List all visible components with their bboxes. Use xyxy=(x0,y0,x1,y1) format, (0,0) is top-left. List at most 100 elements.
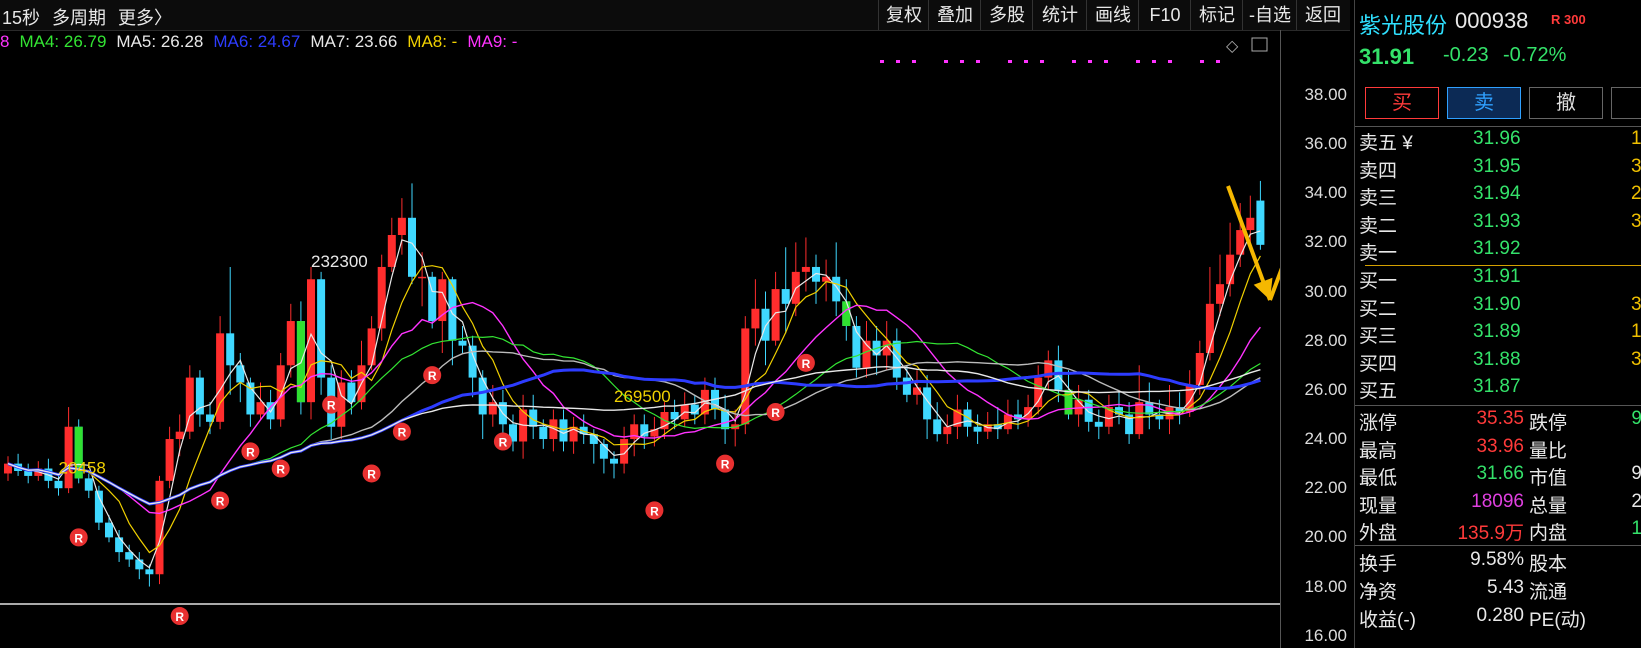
last-price: 31.91 xyxy=(1359,44,1415,69)
candle-body xyxy=(1256,200,1265,245)
order-book-row[interactable]: 买一 31.91 xyxy=(1355,266,1641,293)
order-book-volume: 3 xyxy=(1631,348,1641,370)
indicator-dot xyxy=(1136,60,1140,63)
candle-body xyxy=(801,266,810,272)
stat-item: 股本 xyxy=(1529,554,1568,575)
indicator-dot xyxy=(944,60,948,63)
candle-body xyxy=(751,308,760,329)
cancel-button[interactable]: 撤 xyxy=(1529,87,1603,119)
indicator-dot xyxy=(1024,60,1028,63)
indicator-dot xyxy=(1152,60,1156,63)
candle-body xyxy=(105,522,113,538)
order-book-row[interactable]: 买四 31.88 3 xyxy=(1355,349,1641,376)
order-book-price: 31.87 xyxy=(1473,376,1521,398)
candle-body xyxy=(963,409,972,427)
order-book-row[interactable]: 卖一 31.92 xyxy=(1355,238,1641,265)
stat-item: 涨停 35.35 xyxy=(1359,408,1524,434)
candle-body xyxy=(892,340,901,378)
r-marker-label: R xyxy=(771,406,780,420)
order-book-row[interactable]: 卖四 31.95 3 xyxy=(1355,156,1641,183)
indicator-dot xyxy=(1104,60,1108,63)
candle-body xyxy=(84,478,93,491)
r-marker-label: R xyxy=(74,531,83,545)
candle-body xyxy=(902,377,911,395)
order-book-row[interactable]: 卖五 ¥ 31.96 1 xyxy=(1355,128,1641,155)
candle-body xyxy=(418,276,427,279)
indicator-dot xyxy=(912,60,916,63)
stat-item: 现量 18096 xyxy=(1359,490,1524,517)
stock-name[interactable]: 紫光股份 xyxy=(1359,8,1447,40)
order-book-label: 卖五 ¥ xyxy=(1359,133,1413,154)
stat-item: 量比 xyxy=(1529,440,1568,462)
candlestick-chart[interactable]: ◇ R R R R R R R R R R R R R R 232300 269500 20458 xyxy=(0,0,1280,648)
toolbar-button-8[interactable]: 返回 xyxy=(1296,0,1349,30)
r-marker-label: R xyxy=(216,495,225,509)
stat-item: 市值 9 xyxy=(1529,463,1641,489)
indicator-dot xyxy=(960,60,964,63)
candle-body xyxy=(640,424,649,437)
candle-body xyxy=(276,365,285,420)
order-book-label: 买二 xyxy=(1359,298,1398,320)
indicator-dot xyxy=(1168,60,1172,63)
order-book-label: 买四 xyxy=(1359,353,1398,375)
quote-panel: 紫光股份 000938 R 300 31.91 -0.23 -0.72% 买 卖… xyxy=(1354,0,1641,648)
stock-code: 000938 xyxy=(1455,8,1529,33)
chart-annotation: 232300 xyxy=(311,252,368,271)
stat-item: 外盘 135.9万 xyxy=(1359,523,1524,544)
stat-item: PE(动) xyxy=(1529,610,1587,631)
extra-button[interactable] xyxy=(1611,87,1641,119)
price-axis-tick: 38.00 xyxy=(1304,84,1347,104)
order-book-volume: 2 xyxy=(1631,183,1641,205)
price-axis-tick: 34.00 xyxy=(1304,183,1347,203)
price-axis-tick: 22.00 xyxy=(1304,478,1347,498)
price-axis-tick: 20.00 xyxy=(1304,527,1347,547)
candle-body xyxy=(145,569,154,575)
candle-body xyxy=(165,439,174,481)
stat-item: 总量 2 xyxy=(1529,490,1641,517)
price-axis: 38.00 36.00 34.00 32.00 30.00 28.00 26.00 24.00… xyxy=(1280,30,1355,648)
indicator-dot xyxy=(976,60,980,63)
stat-item: 换手 9.58% xyxy=(1359,549,1524,575)
order-book-label: 卖二 xyxy=(1359,215,1398,237)
candle-body xyxy=(559,419,568,442)
order-book-label: 买五 xyxy=(1359,381,1398,403)
candle-body xyxy=(478,377,487,415)
indicator-dot xyxy=(1040,60,1044,63)
price-axis-tick: 24.00 xyxy=(1304,429,1347,449)
order-book-price: 31.96 xyxy=(1473,128,1521,149)
price-axis-tick: 30.00 xyxy=(1304,281,1347,301)
order-book-row[interactable]: 买三 31.89 1 xyxy=(1355,321,1641,348)
order-book-row[interactable]: 买二 31.90 3 xyxy=(1355,294,1641,321)
stat-item: 流通 xyxy=(1529,582,1568,603)
chart-annotation: 269500 xyxy=(614,387,671,406)
stat-item: 净资 5.43 xyxy=(1359,577,1524,603)
candle-body xyxy=(175,431,184,440)
order-book-label: 买一 xyxy=(1359,271,1398,292)
candle-body xyxy=(387,235,396,267)
order-book-label: 卖三 xyxy=(1359,188,1398,210)
order-book-row[interactable]: 买五 31.87 xyxy=(1355,376,1641,403)
r-marker-label: R xyxy=(428,369,437,383)
chart-annotation: 20458 xyxy=(59,458,106,477)
order-book-price: 31.92 xyxy=(1473,238,1521,260)
order-book-volume: 1 xyxy=(1631,321,1641,343)
indicator-dot xyxy=(1088,60,1092,63)
candle-body xyxy=(367,328,376,366)
order-book-volume: 3 xyxy=(1631,155,1641,177)
price-axis-tick: 18.00 xyxy=(1304,576,1347,596)
order-book-row[interactable]: 卖三 31.94 2 xyxy=(1355,183,1641,210)
stat-item: 内盘 1 xyxy=(1529,518,1641,544)
order-book-price: 31.91 xyxy=(1473,266,1521,287)
buy-button[interactable]: 买 xyxy=(1365,87,1439,119)
sell-button[interactable]: 卖 xyxy=(1447,87,1521,119)
r-marker-label: R xyxy=(327,399,336,413)
indicator-dot xyxy=(880,60,884,63)
candle-body xyxy=(933,419,942,435)
candle-body xyxy=(458,340,467,346)
candle-body xyxy=(761,308,770,341)
order-book-row[interactable]: 卖二 31.93 3 xyxy=(1355,211,1641,238)
candle-body xyxy=(397,217,406,235)
candle-body xyxy=(317,279,326,378)
price-axis-tick: 36.00 xyxy=(1304,134,1347,154)
price-axis-tick: 16.00 xyxy=(1304,625,1347,645)
